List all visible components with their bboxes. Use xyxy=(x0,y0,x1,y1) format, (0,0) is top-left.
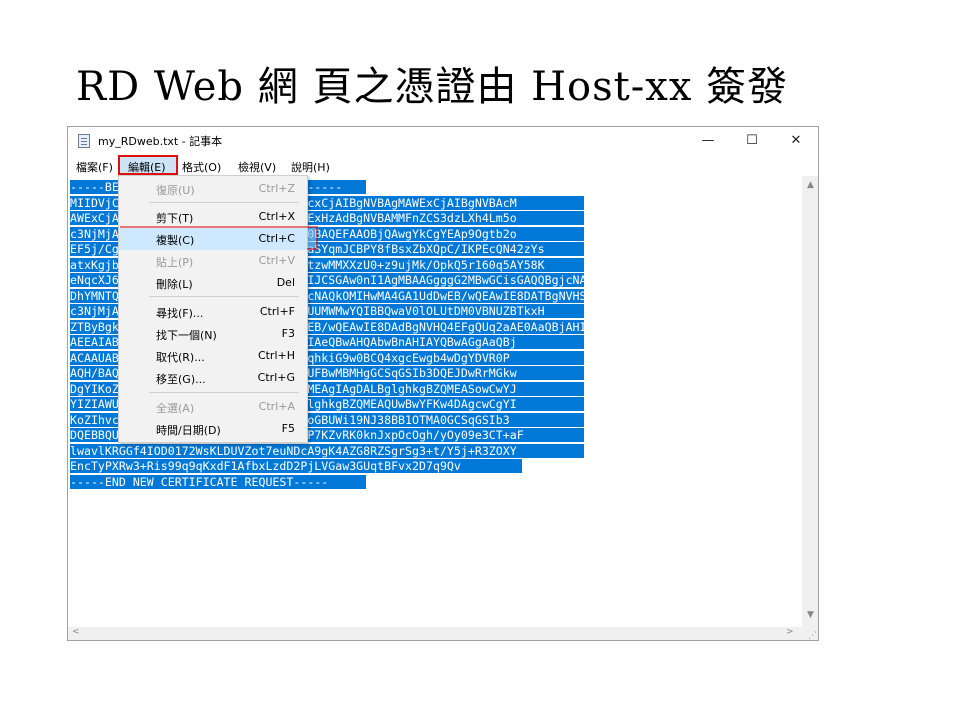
menu-find[interactable]: 尋找(F)... Ctrl+F xyxy=(119,301,307,323)
menu-separator xyxy=(149,202,299,203)
menu-replace-label: 取代(R)... xyxy=(156,351,205,364)
close-button[interactable]: ✕ xyxy=(774,129,818,153)
text-line: lwavlKRGGf4IOD0172WsKLDUVZot7euNDcA9gK4A… xyxy=(70,443,584,458)
menu-goto-label: 移至(G)... xyxy=(156,373,206,386)
window-title: my_RDweb.txt - 記事本 xyxy=(98,135,223,148)
menu-delete-label: 刪除(L) xyxy=(156,278,193,291)
menu-cut-shortcut: Ctrl+X xyxy=(258,210,295,223)
menu-goto-shortcut: Ctrl+G xyxy=(257,371,295,384)
notepad-icon xyxy=(78,134,90,148)
scroll-up-icon[interactable]: ▲ xyxy=(802,180,818,190)
menu-format[interactable]: 格式(O) xyxy=(182,159,221,175)
menu-delete[interactable]: 刪除(L) Del xyxy=(119,272,307,294)
menu-cut[interactable]: 剪下(T) Ctrl+X xyxy=(119,206,307,228)
menu-find-next-label: 找下一個(N) xyxy=(156,329,217,342)
menu-separator xyxy=(149,392,299,393)
slide-title: RD Web 網 頁之憑證由 Host-xx 簽發 xyxy=(76,64,789,110)
title-bar[interactable]: my_RDweb.txt - 記事本 — ☐ ✕ xyxy=(68,127,818,155)
vertical-scrollbar[interactable]: ▲ ▼ xyxy=(802,176,818,627)
maximize-button[interactable]: ☐ xyxy=(730,129,774,153)
menu-select-all[interactable]: 全選(A) Ctrl+A xyxy=(119,396,307,418)
menu-view[interactable]: 檢視(V) xyxy=(238,159,276,175)
menu-copy-shortcut: Ctrl+C xyxy=(258,232,295,245)
menu-find-next-shortcut: F3 xyxy=(281,327,295,340)
menu-time-date-label: 時間/日期(D) xyxy=(156,424,221,437)
menu-select-all-shortcut: Ctrl+A xyxy=(258,400,295,413)
menu-delete-shortcut: Del xyxy=(276,276,295,289)
menu-undo[interactable]: 復原(U) Ctrl+Z xyxy=(119,178,307,200)
menu-edit[interactable]: 編輯(E) xyxy=(128,159,166,175)
menu-time-date-shortcut: F5 xyxy=(281,422,295,435)
menu-find-label: 尋找(F)... xyxy=(156,307,204,320)
minimize-button[interactable]: — xyxy=(686,129,730,153)
text-line: -----END NEW CERTIFICATE REQUEST----- xyxy=(70,474,366,489)
menu-copy[interactable]: 複製(C) Ctrl+C xyxy=(119,228,307,250)
menu-separator xyxy=(149,296,299,297)
scroll-right-icon[interactable]: > xyxy=(786,627,794,637)
resize-grip[interactable] xyxy=(802,627,818,640)
menu-paste-label: 貼上(P) xyxy=(156,256,194,269)
menu-paste[interactable]: 貼上(P) Ctrl+V xyxy=(119,250,307,272)
text-line: EncTyPXRw3+Ris99q9qKxdF1AfbxLzdD2PjLVGaw… xyxy=(70,459,522,473)
edit-dropdown-menu: 復原(U) Ctrl+Z 剪下(T) Ctrl+X 複製(C) Ctrl+C 貼… xyxy=(118,175,318,443)
menu-undo-shortcut: Ctrl+Z xyxy=(258,182,295,195)
menu-copy-label: 複製(C) xyxy=(156,234,195,247)
scroll-down-icon[interactable]: ▼ xyxy=(802,610,818,620)
menu-select-all-label: 全選(A) xyxy=(156,402,195,415)
menu-replace[interactable]: 取代(R)... Ctrl+H xyxy=(119,345,307,367)
menu-replace-shortcut: Ctrl+H xyxy=(257,349,295,362)
menu-find-next[interactable]: 找下一個(N) F3 xyxy=(119,323,307,345)
menu-goto[interactable]: 移至(G)... Ctrl+G xyxy=(119,367,307,389)
menu-time-date[interactable]: 時間/日期(D) F5 xyxy=(119,418,307,440)
horizontal-scrollbar[interactable]: < > xyxy=(68,627,802,640)
menu-help[interactable]: 說明(H) xyxy=(291,159,330,175)
menu-file[interactable]: 檔案(F) xyxy=(76,159,113,175)
menu-cut-label: 剪下(T) xyxy=(156,212,194,225)
menu-bar: 檔案(F) 編輯(E) 格式(O) 檢視(V) 說明(H) xyxy=(68,155,818,176)
menu-paste-shortcut: Ctrl+V xyxy=(258,254,295,267)
menu-undo-label: 復原(U) xyxy=(156,184,195,197)
scroll-left-icon[interactable]: < xyxy=(72,627,80,637)
menu-find-shortcut: Ctrl+F xyxy=(259,305,295,318)
